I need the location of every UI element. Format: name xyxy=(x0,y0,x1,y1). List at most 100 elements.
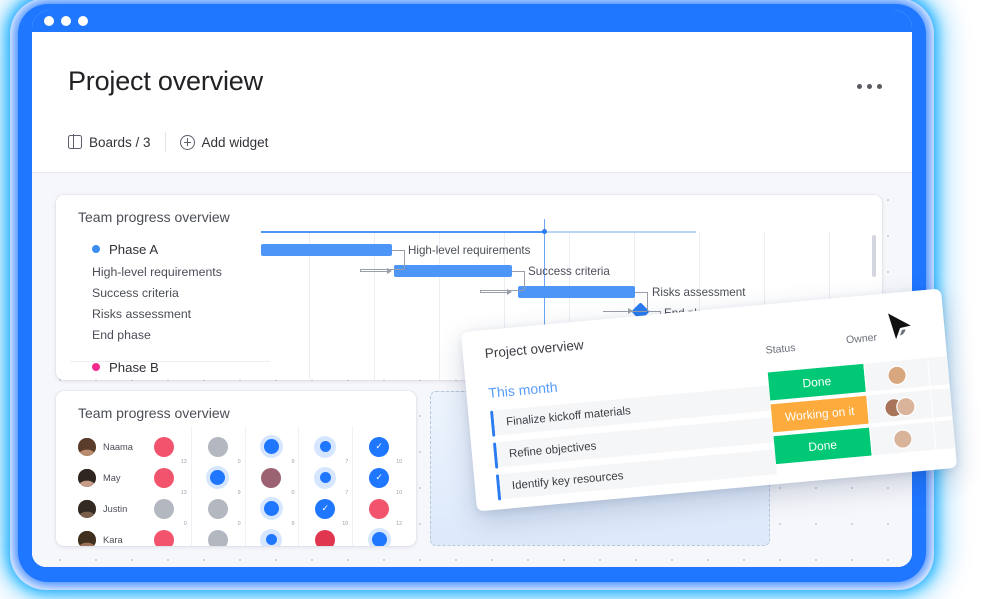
gantt-row-phase-b[interactable]: Phase B xyxy=(78,355,278,379)
avatar[interactable] xyxy=(78,468,96,487)
owner-cell[interactable] xyxy=(863,358,930,392)
gantt-today-marker xyxy=(542,229,547,234)
team-row[interactable]: May 13 9 0 7 ✓ 10 xyxy=(70,456,406,496)
status-badge[interactable]: Done xyxy=(767,363,866,401)
progress-bubble[interactable]: ✓ 10 xyxy=(357,434,402,465)
more-options-button[interactable] xyxy=(851,78,888,95)
mouse-pointer-icon xyxy=(884,309,918,349)
window-minimize-dot[interactable] xyxy=(61,16,71,26)
owner-avatar[interactable] xyxy=(887,365,907,385)
team-cell[interactable]: 13 xyxy=(137,434,191,465)
gantt-row-end-phase[interactable]: End phase xyxy=(78,324,278,345)
owner-cell[interactable] xyxy=(869,421,936,456)
cell-divider xyxy=(244,456,246,488)
empty-cell[interactable] xyxy=(932,417,958,450)
bubble-circle xyxy=(153,467,174,488)
avatar[interactable] xyxy=(78,530,96,546)
progress-bubble[interactable]: ✓ 10 xyxy=(303,496,348,527)
team-progress-widget[interactable]: Team progress overview Naama 13 0 9 7 ✓ 10 May 1… xyxy=(56,391,416,546)
progress-bubble[interactable]: ✓ 10 xyxy=(357,465,402,496)
avatar-hair xyxy=(78,530,96,546)
bubble-circle xyxy=(315,529,336,546)
progress-bubble[interactable]: 13 xyxy=(142,434,187,465)
bubble-circle xyxy=(207,529,228,546)
gantt-bar-label: Risks assessment xyxy=(652,286,746,299)
progress-bubble[interactable]: 7 xyxy=(249,527,293,546)
team-row[interactable]: Naama 13 0 9 7 ✓ 10 xyxy=(70,425,406,465)
progress-bubble[interactable]: 12 xyxy=(357,496,402,527)
team-cell[interactable]: 0 xyxy=(190,518,245,546)
owner-avatar[interactable] xyxy=(896,396,916,416)
gantt-bar-success-criteria[interactable] xyxy=(394,265,512,277)
team-cell[interactable]: 12 xyxy=(352,487,406,527)
cell-divider xyxy=(352,425,354,457)
progress-bubble[interactable]: 7 xyxy=(303,465,348,496)
check-icon: ✓ xyxy=(375,441,383,451)
gantt-row-labels: Phase A High-level requirements Success … xyxy=(78,237,278,379)
team-cell[interactable]: 0 xyxy=(190,425,245,465)
team-cell[interactable]: ✓ 10 xyxy=(298,487,352,527)
owner-avatar[interactable] xyxy=(893,429,913,448)
team-cell[interactable]: ✓ 10 xyxy=(352,456,406,496)
gantt-row-spacer xyxy=(78,345,278,355)
kebab-dot xyxy=(867,84,872,89)
gantt-bar-risks-assessment[interactable] xyxy=(518,286,635,298)
gantt-bar-high-level-requirements[interactable] xyxy=(261,244,392,256)
empty-cell[interactable] xyxy=(927,354,958,386)
progress-bubble[interactable]: 9 xyxy=(196,465,241,496)
window-close-dot[interactable] xyxy=(44,16,54,26)
team-cell[interactable]: 13 xyxy=(137,527,191,546)
owner-cell[interactable] xyxy=(866,389,933,424)
progress-bubble[interactable]: 0 xyxy=(142,496,187,527)
team-row[interactable]: Justin 0 0 9 ✓ 10 12 xyxy=(70,487,406,527)
progress-bubble[interactable]: 9 xyxy=(249,434,294,465)
team-cell[interactable]: 0 xyxy=(190,487,245,527)
team-cell[interactable]: 9 xyxy=(352,518,406,546)
team-cell[interactable]: 12 xyxy=(298,518,352,546)
team-cell[interactable]: 7 xyxy=(298,425,352,465)
gantt-row-risks-assessment[interactable]: Risks assessment xyxy=(78,303,278,324)
gantt-row-phase-a[interactable]: Phase A xyxy=(78,237,278,261)
progress-bubble[interactable]: 9 xyxy=(357,527,401,546)
bubble-circle xyxy=(369,498,390,519)
boards-label: Boards / 3 xyxy=(89,134,151,150)
gantt-scrollbar-thumb[interactable] xyxy=(872,235,876,277)
bubble-circle xyxy=(261,467,282,488)
avatar[interactable] xyxy=(78,437,96,456)
cell-divider xyxy=(244,487,246,519)
team-cell[interactable]: 0 xyxy=(137,496,191,527)
team-cell[interactable]: 9 xyxy=(244,487,299,527)
team-cell[interactable]: 9 xyxy=(244,425,299,465)
progress-bubble[interactable]: 7 xyxy=(303,434,348,465)
gantt-row-high-level-requirements[interactable]: High-level requirements xyxy=(78,261,278,282)
avatar[interactable] xyxy=(78,499,96,518)
progress-bubble[interactable]: 12 xyxy=(303,527,347,546)
gantt-row-label: High-level requirements xyxy=(92,264,222,279)
team-cell[interactable]: 13 xyxy=(137,465,191,496)
bubble-circle xyxy=(153,529,174,546)
window-maximize-dot[interactable] xyxy=(78,16,88,26)
plus-circle-icon xyxy=(179,134,195,150)
team-cell[interactable]: 7 xyxy=(244,518,299,546)
board-icon xyxy=(68,134,82,149)
progress-bubble[interactable]: 0 xyxy=(196,496,241,527)
cell-divider xyxy=(352,456,354,488)
progress-bubble[interactable]: 0 xyxy=(249,465,294,496)
team-cell[interactable]: 7 xyxy=(298,456,352,496)
team-cell[interactable]: 9 xyxy=(190,456,245,496)
progress-bubble[interactable]: 0 xyxy=(196,434,241,465)
add-widget-button[interactable]: Add widget xyxy=(179,134,268,150)
progress-bubble[interactable]: 13 xyxy=(142,465,187,496)
empty-cell[interactable] xyxy=(929,386,958,418)
team-row[interactable]: Kara 13 07 12 9 xyxy=(70,518,406,546)
boards-button[interactable]: Boards / 3 xyxy=(68,134,151,150)
team-member-name: Naama xyxy=(103,441,133,452)
progress-bubble[interactable]: 9 xyxy=(249,496,294,527)
team-cell[interactable]: ✓ 10 xyxy=(352,425,406,465)
gantt-row-success-criteria[interactable]: Success criteria xyxy=(78,282,278,303)
gantt-widget-title: Team progress overview xyxy=(78,209,230,225)
progress-bubble[interactable]: 0 xyxy=(196,527,240,546)
progress-bubble[interactable]: 13 xyxy=(142,527,186,546)
team-cell[interactable]: 0 xyxy=(244,456,299,496)
toolbar-divider xyxy=(164,132,166,152)
